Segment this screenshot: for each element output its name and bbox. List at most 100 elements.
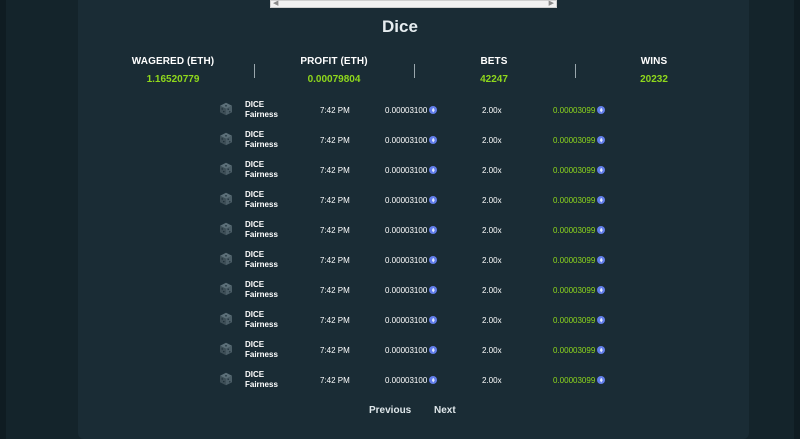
dice-icon <box>219 252 233 266</box>
bet-row: DICE Fairness 7:42 PM 0.00003100 2.00x 0.0000… <box>0 128 800 158</box>
eth-icon <box>429 286 438 294</box>
fairness-link[interactable]: Fairness <box>245 170 278 180</box>
dice-icon <box>219 102 233 116</box>
bet-time: 7:42 PM <box>320 106 350 115</box>
fairness-link[interactable]: Fairness <box>245 140 278 150</box>
game-cell: DICE Fairness <box>245 310 278 330</box>
fairness-link[interactable]: Fairness <box>245 110 278 120</box>
eth-icon <box>597 316 606 324</box>
bet-amount: 0.00003100 <box>385 166 438 175</box>
page-title: Dice <box>382 17 418 36</box>
fairness-link[interactable]: Fairness <box>245 290 278 300</box>
horizontal-scrollbar[interactable]: ◀ ▶ <box>270 0 557 8</box>
game-cell: DICE Fairness <box>245 190 278 210</box>
bet-amount-value: 0.00003100 <box>385 376 428 385</box>
bet-payout: 0.00003099 <box>553 166 606 175</box>
bet-multiplier: 2.00x <box>482 316 502 325</box>
bet-payout: 0.00003099 <box>553 376 606 385</box>
eth-icon <box>429 376 438 384</box>
dice-icon <box>219 342 233 356</box>
game-cell: DICE Fairness <box>245 100 278 120</box>
fairness-link[interactable]: Fairness <box>245 320 278 330</box>
bet-amount: 0.00003100 <box>385 316 438 325</box>
bet-amount-value: 0.00003100 <box>385 286 428 295</box>
bet-payout-value: 0.00003099 <box>553 106 596 115</box>
dice-icon <box>219 312 233 326</box>
bet-payout: 0.00003099 <box>553 316 606 325</box>
scroll-left-icon[interactable]: ◀ <box>273 0 278 7</box>
game-name: DICE <box>245 190 265 199</box>
stat-label: WINS <box>640 56 668 67</box>
stat-value: 1.16520779 <box>146 74 200 85</box>
stat-value: 20232 <box>640 74 668 85</box>
bet-amount-value: 0.00003100 <box>385 346 428 355</box>
stat-label: BETS <box>480 56 508 67</box>
bet-row: DICE Fairness 7:42 PM 0.00003100 2.00x 0.0000… <box>0 308 800 338</box>
bet-amount-value: 0.00003100 <box>385 196 428 205</box>
eth-icon <box>597 346 606 354</box>
dice-icon <box>219 222 233 236</box>
game-cell: DICE Fairness <box>245 340 278 360</box>
bet-multiplier: 2.00x <box>482 376 502 385</box>
fairness-link[interactable]: Fairness <box>245 350 278 360</box>
bet-amount-value: 0.00003100 <box>385 226 428 235</box>
game-name: DICE <box>245 280 265 289</box>
eth-icon <box>429 346 438 354</box>
eth-icon <box>429 256 438 264</box>
bet-multiplier: 2.00x <box>482 166 502 175</box>
fairness-link[interactable]: Fairness <box>245 200 278 210</box>
game-name: DICE <box>245 160 265 169</box>
game-name: DICE <box>245 130 265 139</box>
bet-payout: 0.00003099 <box>553 106 606 115</box>
next-button[interactable]: Next <box>434 405 456 416</box>
dice-icon <box>219 132 233 146</box>
game-cell: DICE Fairness <box>245 280 278 300</box>
game-cell: DICE Fairness <box>245 220 278 240</box>
fairness-link[interactable]: Fairness <box>245 260 278 270</box>
bet-payout: 0.00003099 <box>553 286 606 295</box>
stat-divider <box>254 64 255 78</box>
bet-payout: 0.00003099 <box>553 136 606 145</box>
bet-payout-value: 0.00003099 <box>553 166 596 175</box>
bet-multiplier: 2.00x <box>482 106 502 115</box>
dice-icon <box>219 282 233 296</box>
game-name: DICE <box>245 250 265 259</box>
bet-multiplier: 2.00x <box>482 196 502 205</box>
game-name: DICE <box>245 340 265 349</box>
bet-time: 7:42 PM <box>320 166 350 175</box>
bet-amount: 0.00003100 <box>385 136 438 145</box>
stat-profit: PROFIT (ETH) 0.00079804 <box>274 56 394 85</box>
stat-divider <box>575 64 576 78</box>
stat-value: 0.00079804 <box>307 74 361 85</box>
fairness-link[interactable]: Fairness <box>245 380 278 390</box>
bet-payout: 0.00003099 <box>553 346 606 355</box>
bet-multiplier: 2.00x <box>482 256 502 265</box>
bet-time: 7:42 PM <box>320 226 350 235</box>
bet-amount-value: 0.00003100 <box>385 316 428 325</box>
bet-row: DICE Fairness 7:42 PM 0.00003100 2.00x 0.0000… <box>0 218 800 248</box>
bet-amount: 0.00003100 <box>385 196 438 205</box>
bet-row: DICE Fairness 7:42 PM 0.00003100 2.00x 0.0000… <box>0 188 800 218</box>
stat-value: 42247 <box>480 74 508 85</box>
fairness-link[interactable]: Fairness <box>245 230 278 240</box>
previous-button[interactable]: Previous <box>369 405 411 416</box>
bet-amount: 0.00003100 <box>385 346 438 355</box>
stat-divider <box>414 64 415 78</box>
stat-label: WAGERED (ETH) <box>131 56 215 67</box>
bet-payout-value: 0.00003099 <box>553 286 596 295</box>
bet-row: DICE Fairness 7:42 PM 0.00003100 2.00x 0.0000… <box>0 368 800 398</box>
bet-multiplier: 2.00x <box>482 286 502 295</box>
bet-time: 7:42 PM <box>320 346 350 355</box>
game-name: DICE <box>245 100 265 109</box>
bet-time: 7:42 PM <box>320 256 350 265</box>
bet-payout-value: 0.00003099 <box>553 346 596 355</box>
stat-wagered: WAGERED (ETH) 1.16520779 <box>113 56 233 85</box>
bet-multiplier: 2.00x <box>482 346 502 355</box>
scroll-right-icon[interactable]: ▶ <box>549 0 554 7</box>
eth-icon <box>429 136 438 144</box>
bet-time: 7:42 PM <box>320 196 350 205</box>
game-name: DICE <box>245 370 265 379</box>
bet-row: DICE Fairness 7:42 PM 0.00003100 2.00x 0.0000… <box>0 98 800 128</box>
bet-payout-value: 0.00003099 <box>553 226 596 235</box>
dice-icon <box>219 162 233 176</box>
